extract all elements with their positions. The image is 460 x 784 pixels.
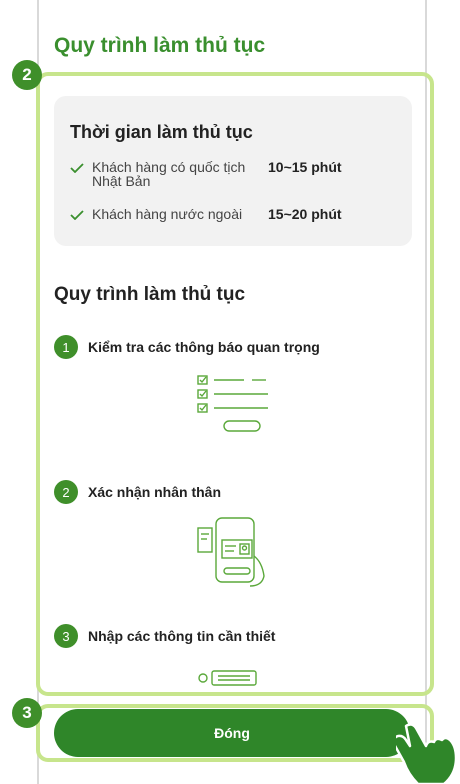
step-label: Nhập các thông tin cần thiết	[88, 628, 276, 644]
annotation-badge: 2	[12, 60, 42, 90]
annotation-badge: 3	[12, 698, 42, 728]
step-item: 1 Kiểm tra các thông báo quan trọng	[54, 335, 320, 359]
customer-type: Khách hàng có quốc tịch Nhật Bản	[92, 159, 246, 189]
id-phone-icon	[197, 517, 265, 587]
close-button[interactable]: Đóng	[54, 709, 410, 757]
duration: 15~20 phút	[268, 206, 342, 222]
step-label: Kiểm tra các thông báo quan trọng	[88, 339, 320, 355]
page-title: Quy trình làm thủ tục	[54, 34, 266, 57]
procedure-title: Quy trình làm thủ tục	[54, 284, 246, 305]
step-label: Xác nhận nhân thân	[88, 484, 222, 500]
input-form-icon	[198, 670, 257, 686]
customer-type: Khách hàng nước ngoài	[92, 206, 243, 222]
step-number: 2	[54, 480, 78, 504]
time-row: Khách hàng có quốc tịch Nhật Bản 10~15 p…	[70, 160, 342, 188]
step-item: 2 Xác nhận nhân thân	[54, 480, 221, 504]
tap-hand-icon	[396, 723, 458, 784]
checklist-icon	[197, 375, 268, 432]
duration: 10~15 phút	[268, 159, 342, 175]
check-icon	[70, 163, 84, 173]
step-number: 1	[54, 335, 78, 359]
check-icon	[70, 210, 84, 220]
time-card: Thời gian làm thủ tục Khách hàng có quốc…	[54, 96, 412, 246]
step-number: 3	[54, 624, 78, 648]
step-item: 3 Nhập các thông tin cần thiết	[54, 624, 275, 648]
time-card-title: Thời gian làm thủ tục	[70, 122, 253, 142]
time-row: Khách hàng nước ngoài 15~20 phút	[70, 207, 342, 221]
